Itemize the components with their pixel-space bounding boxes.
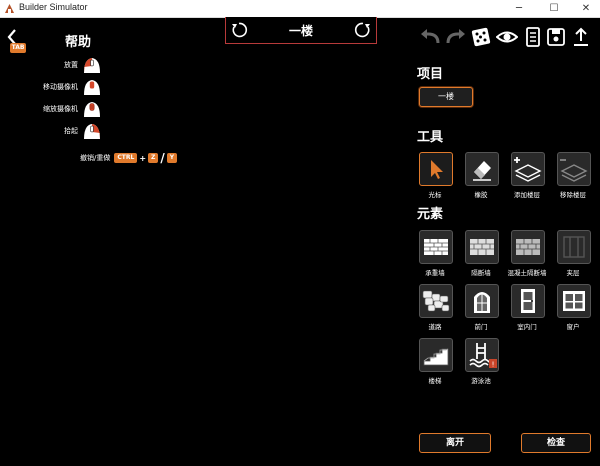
svg-text:!: ! bbox=[492, 361, 495, 369]
mouse-scroll-icon bbox=[84, 102, 100, 117]
list-icon[interactable] bbox=[523, 26, 543, 48]
undo-redo-row: 撤销/重做 CTRL + Z / Y bbox=[80, 151, 178, 165]
close-button[interactable]: ✕ bbox=[572, 0, 600, 17]
undo-icon[interactable] bbox=[420, 26, 442, 48]
element-window-label: 窗户 bbox=[566, 323, 580, 331]
window-title: Builder Simulator bbox=[19, 2, 88, 12]
mouse-left-click-icon bbox=[84, 58, 100, 73]
element-front-door[interactable] bbox=[465, 284, 499, 318]
leave-button[interactable]: 离开 bbox=[419, 433, 491, 453]
ctrl-key: CTRL bbox=[114, 153, 138, 163]
element-concrete-wall[interactable] bbox=[511, 230, 545, 264]
floor-selector: 一楼 bbox=[225, 17, 377, 44]
minimize-button[interactable]: ─ bbox=[505, 0, 533, 17]
app-icon bbox=[5, 4, 14, 13]
redo-icon[interactable] bbox=[444, 26, 466, 48]
upload-icon[interactable] bbox=[571, 26, 591, 48]
mezzanine-icon bbox=[563, 236, 585, 258]
help-label-place: 放置 bbox=[64, 61, 78, 69]
rotate-right-icon[interactable] bbox=[354, 21, 372, 39]
title-bar: Builder Simulator ─ ☐ ✕ bbox=[0, 0, 600, 18]
eye-icon[interactable] bbox=[496, 26, 518, 48]
elements-section-title: 元素 bbox=[417, 207, 444, 222]
y-key: Y bbox=[166, 153, 178, 163]
element-interior-door[interactable] bbox=[511, 284, 545, 318]
undo-redo-label: 撤销/重做 bbox=[80, 154, 111, 162]
mouse-middle-drag-icon bbox=[84, 80, 100, 95]
slash-sign: / bbox=[160, 151, 165, 165]
element-road[interactable] bbox=[419, 284, 453, 318]
element-pool-label: 游泳池 bbox=[471, 377, 491, 385]
help-row-place: 放置 bbox=[40, 58, 78, 74]
tools-section-title: 工具 bbox=[417, 130, 444, 145]
z-key: Z bbox=[148, 153, 159, 163]
element-window[interactable] bbox=[557, 284, 591, 318]
help-title: 帮助 bbox=[65, 35, 92, 50]
eraser-icon bbox=[473, 161, 491, 181]
element-mezzanine[interactable] bbox=[557, 230, 591, 264]
remove-layer-icon bbox=[560, 159, 588, 182]
floor-one-button[interactable]: 一楼 bbox=[419, 87, 473, 107]
concrete-wall-icon bbox=[516, 239, 540, 255]
help-label-pickup: 拾起 bbox=[64, 127, 78, 135]
help-row-move-camera: 移动摄像机 bbox=[40, 80, 78, 96]
dice-icon[interactable] bbox=[471, 26, 491, 48]
add-layer-icon bbox=[514, 157, 542, 182]
save-icon[interactable] bbox=[546, 26, 566, 48]
window-icon bbox=[563, 291, 585, 311]
interior-door-icon bbox=[521, 289, 535, 313]
tool-add-floor[interactable] bbox=[511, 152, 545, 186]
element-mezzanine-label: 夹层 bbox=[566, 269, 580, 277]
tool-remove-floor-label: 移除楼层 bbox=[560, 191, 586, 199]
element-stairs[interactable] bbox=[419, 338, 453, 372]
tab-key-badge: TAB bbox=[10, 43, 26, 53]
tool-eraser[interactable] bbox=[465, 152, 499, 186]
help-row-zoom-camera: 缩放摄像机 bbox=[40, 102, 78, 118]
inspect-button[interactable]: 检查 bbox=[521, 433, 591, 453]
bearing-wall-icon bbox=[424, 239, 448, 255]
element-bearing-wall[interactable] bbox=[419, 230, 453, 264]
element-pool[interactable]: ! bbox=[465, 338, 499, 372]
items-section-title: 项目 bbox=[417, 67, 444, 82]
help-label-zoom-camera: 缩放摄像机 bbox=[43, 105, 78, 113]
pool-icon: ! bbox=[469, 343, 497, 369]
element-partition-wall[interactable] bbox=[465, 230, 499, 264]
road-icon bbox=[422, 290, 450, 312]
partition-wall-icon bbox=[470, 239, 494, 255]
tool-remove-floor[interactable] bbox=[557, 152, 591, 186]
help-label-move-camera: 移动摄像机 bbox=[43, 83, 78, 91]
maximize-button[interactable]: ☐ bbox=[540, 0, 568, 17]
plus-sign: + bbox=[139, 153, 147, 163]
front-door-icon bbox=[474, 292, 490, 313]
tool-cursor[interactable] bbox=[419, 152, 453, 186]
mouse-right-click-icon bbox=[84, 124, 100, 139]
help-row-pickup: 拾起 bbox=[40, 124, 78, 140]
stairs-icon bbox=[423, 348, 449, 366]
cursor-icon bbox=[431, 160, 443, 179]
